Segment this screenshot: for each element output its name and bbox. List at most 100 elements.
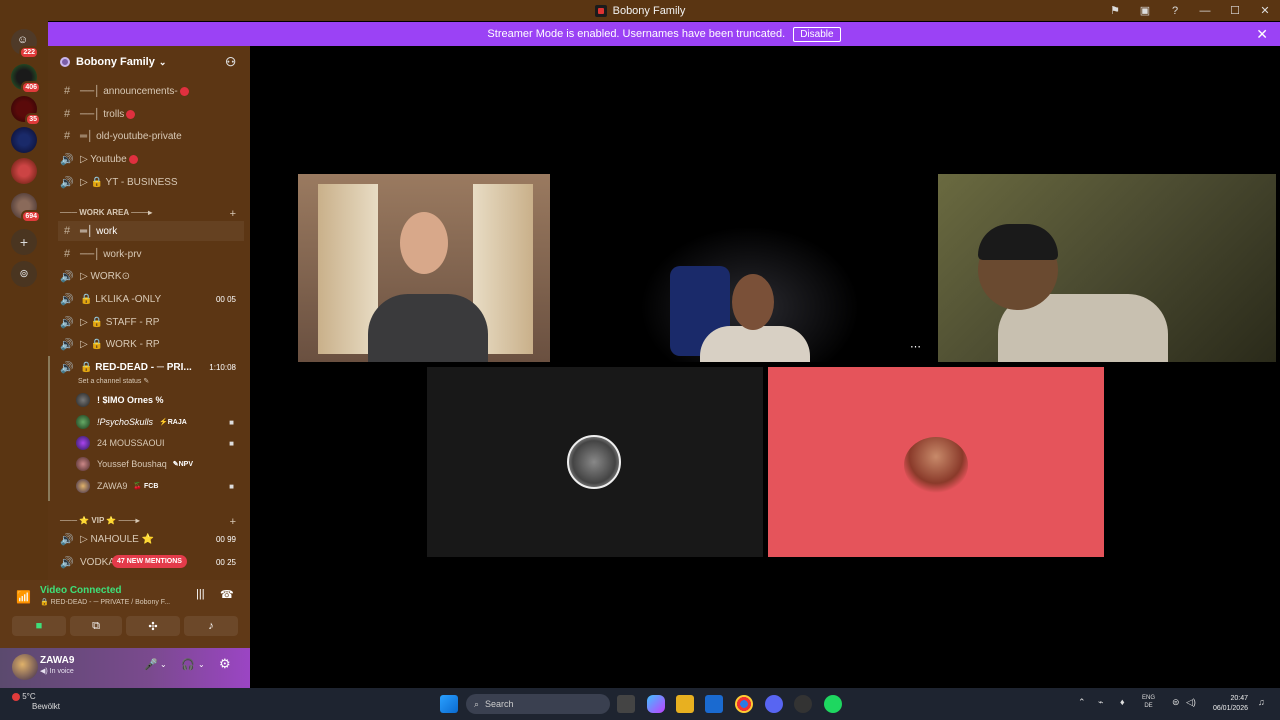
camera-button[interactable]: ■: [12, 616, 66, 636]
voice-connected-line: [48, 356, 50, 501]
chevron-down-icon[interactable]: ⌄: [160, 660, 167, 669]
add-channel-icon[interactable]: +: [230, 208, 236, 220]
user-limit: 00 05: [215, 294, 236, 304]
voice-user-name: 24 MOUSSAOUI: [97, 438, 165, 448]
server-icon-2[interactable]: 35: [11, 96, 41, 126]
channel-work-rp[interactable]: 🔊 ▷ 🔒 WORK - RP: [58, 334, 244, 354]
channel-trolls[interactable]: # ──│ trolls: [58, 104, 244, 124]
red-circle-icon: [128, 154, 138, 164]
invite-people-icon[interactable]: ⚇: [225, 55, 236, 69]
set-channel-status[interactable]: Set a channel status ✎: [78, 377, 149, 385]
wifi-icon[interactable]: ⊜: [1172, 697, 1180, 708]
copilot-icon[interactable]: [647, 695, 665, 713]
voice-user[interactable]: ZAWA9 🍒 FCB ■: [76, 476, 240, 496]
chevron-up-icon[interactable]: ⌃: [1078, 697, 1086, 708]
category-vip[interactable]: ─── ⭐ VIP ⭐ ───▸ +: [60, 516, 240, 528]
category-work-area[interactable]: ─── WORK AREA ───▸ +: [60, 208, 240, 220]
channel-label: ▷ 🔒 STAFF - RP: [80, 316, 160, 328]
minimize-button[interactable]: —: [1190, 5, 1220, 17]
file-explorer-icon[interactable]: [676, 695, 694, 713]
inbox-icon[interactable]: ⚑: [1100, 4, 1130, 17]
weather-widget[interactable]: 5°C Bewölkt: [12, 692, 60, 712]
server-header[interactable]: Bobony Family ⌄ ⚇: [48, 46, 250, 78]
settings-gear-icon[interactable]: ⚙: [219, 656, 231, 672]
more-options-icon[interactable]: ⋯: [910, 340, 921, 353]
chrome-icon[interactable]: [735, 695, 753, 713]
task-view-icon[interactable]: [617, 695, 635, 713]
language-indicator[interactable]: ENG DE: [1142, 694, 1155, 710]
voice-user[interactable]: !PsychoSkulls ⚡RAJA ■: [76, 412, 240, 432]
close-window-button[interactable]: ✕: [1250, 4, 1280, 17]
user-limit: 00 25: [215, 557, 236, 567]
discover-icon[interactable]: ⊚: [11, 261, 37, 287]
app-tray-icon[interactable]: ♦: [1120, 697, 1125, 707]
camera-icon: ■: [229, 481, 234, 491]
noise-suppression-icon[interactable]: |||: [196, 588, 205, 600]
store-icon[interactable]: [705, 695, 723, 713]
help-icon[interactable]: ?: [1160, 5, 1190, 17]
voice-user[interactable]: Youssef Boushaq ✎NPV: [76, 454, 240, 474]
video-tile-3[interactable]: [938, 174, 1276, 362]
server-icon-5[interactable]: 694: [11, 193, 41, 223]
channel-staff-rp[interactable]: 🔊 ▷ 🔒 STAFF - RP: [58, 312, 244, 332]
hash-icon: #: [63, 85, 71, 97]
category-label: ─── ⭐ VIP ⭐ ───▸: [60, 516, 140, 525]
channel-youtube[interactable]: 🔊 ▷ Youtube: [58, 149, 244, 169]
direct-messages-button[interactable]: ☺ 222: [11, 29, 39, 59]
spotify-icon[interactable]: [824, 695, 842, 713]
windows-taskbar: 5°C Bewölkt ⌕ Search ⌃ ⌁ ♦ ENG DE ⊜ ◁) 2…: [0, 688, 1280, 720]
person-cap: [978, 224, 1058, 260]
video-tile-1[interactable]: [298, 174, 550, 362]
disable-streamer-button[interactable]: Disable: [793, 26, 841, 42]
taskbar-clock[interactable]: 20:47 06/01/2026: [1213, 694, 1248, 714]
channel-sidebar: Bobony Family ⌄ ⚇ # ──│ announcements- #…: [48, 46, 250, 580]
channel-announcements[interactable]: # ──│ announcements-: [58, 81, 244, 101]
taskbar-search[interactable]: ⌕ Search: [466, 694, 610, 714]
avatar[interactable]: [12, 654, 38, 680]
video-tile-5[interactable]: [768, 367, 1104, 557]
channel-nahoule[interactable]: 🔊 ▷ NAHOULE ⭐ 00 99: [58, 529, 244, 549]
new-mentions-pill[interactable]: 47 NEW MENTIONS: [112, 555, 187, 568]
server-icon-1[interactable]: 406: [11, 64, 41, 94]
server-icon-4[interactable]: [11, 158, 37, 184]
user-tag: ✎NPV: [172, 461, 193, 468]
soundboard-button[interactable]: ♪: [184, 616, 238, 636]
app-icon[interactable]: [794, 695, 812, 713]
activities-button[interactable]: ✣: [126, 616, 180, 636]
disconnect-icon[interactable]: ☎: [220, 588, 234, 601]
server-badge-2: 35: [25, 113, 41, 126]
server-icon-3[interactable]: [11, 127, 37, 153]
hash-icon: #: [63, 248, 71, 260]
channel-old-youtube-private[interactable]: # ═│ old-youtube-private: [58, 126, 244, 146]
channel-lklika-only[interactable]: 🔊 🔒 LKLIKA -ONLY 00 05: [58, 289, 244, 309]
channel-work-voice[interactable]: 🔊 ▷ WORK⊙: [58, 266, 244, 286]
discord-icon[interactable]: [765, 695, 783, 713]
channel-work-prv[interactable]: # ──│ work-prv: [58, 244, 244, 264]
notification-bell-icon[interactable]: ♫: [1258, 697, 1265, 707]
video-tile-4[interactable]: [427, 367, 763, 557]
video-tile-2[interactable]: [640, 226, 860, 362]
voice-status: Video Connected: [40, 585, 122, 596]
voice-user[interactable]: 24 MOUSSAOUI ■: [76, 433, 240, 453]
voice-channel-info[interactable]: 🔒 RED-DEAD - ─ PRIVATE / Bobony F...: [40, 598, 170, 606]
screen-share-button[interactable]: ⧉: [70, 616, 122, 636]
channel-work[interactable]: # ═│ work: [58, 221, 244, 241]
add-channel-icon[interactable]: +: [230, 516, 236, 528]
chevron-down-icon[interactable]: ⌄: [198, 660, 205, 669]
microphone-icon[interactable]: 🎤: [144, 658, 158, 671]
channel-red-dead-private[interactable]: 🔊 🔒 RED-DEAD - ─ PRI... 1:10:08: [58, 357, 244, 377]
voice-user-name: Youssef Boushaq: [97, 459, 167, 469]
network-icon[interactable]: ⌁: [1098, 697, 1103, 708]
channel-yt-business[interactable]: 🔊 ▷ 🔒 YT - BUSINESS: [58, 172, 244, 192]
add-server-icon[interactable]: +: [11, 229, 37, 255]
volume-icon[interactable]: ◁): [1186, 697, 1196, 708]
activities-icon: ✣: [148, 620, 158, 633]
voice-user[interactable]: ! $IMO Ornes %: [76, 390, 240, 410]
headphones-icon[interactable]: 🎧: [181, 658, 195, 671]
screen-share-icon[interactable]: ▣: [1130, 4, 1160, 17]
close-icon[interactable]: ✕: [1256, 26, 1268, 43]
maximize-button[interactable]: ☐: [1220, 4, 1250, 17]
start-menu-icon[interactable]: [440, 695, 458, 713]
channel-label: ═│ old-youtube-private: [80, 130, 182, 142]
channel-label: ═│ work: [80, 225, 118, 237]
